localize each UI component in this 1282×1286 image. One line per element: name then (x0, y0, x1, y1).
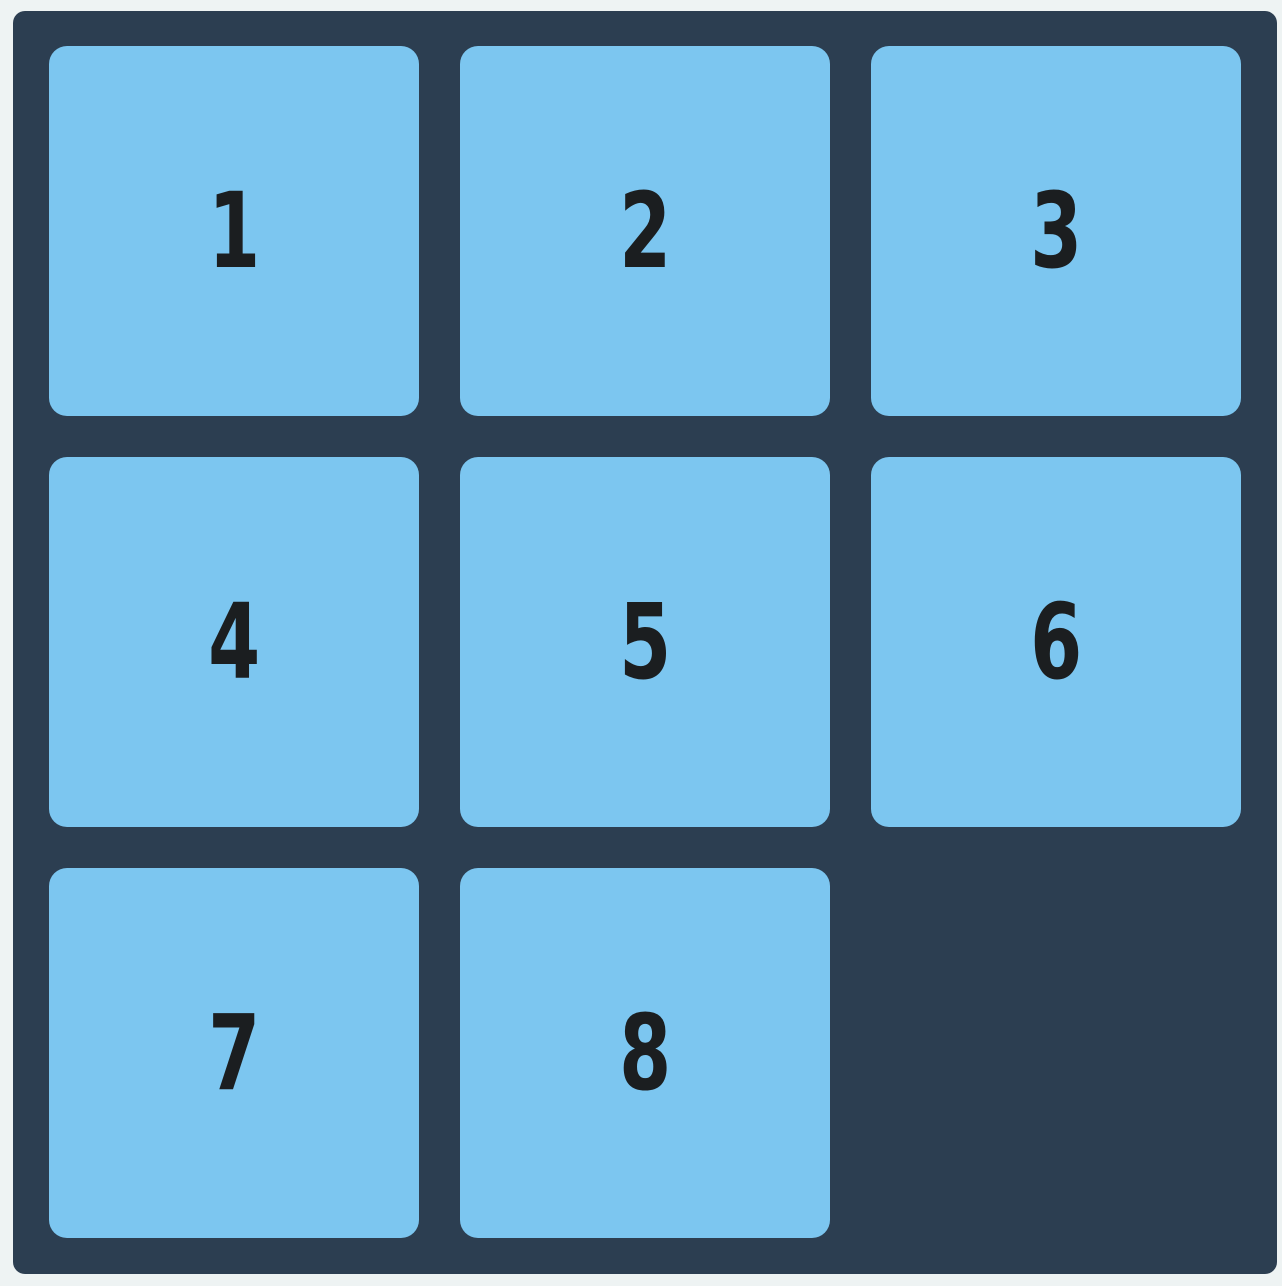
tile-label: 6 (1029, 581, 1083, 703)
tile-label: 4 (207, 581, 261, 703)
tile-5[interactable]: 5 (460, 457, 830, 827)
tile-label: 2 (618, 170, 672, 292)
tile-7[interactable]: 7 (49, 868, 419, 1238)
tile-1[interactable]: 1 (49, 46, 419, 416)
puzzle-board: 1 2 3 4 5 6 7 8 (13, 11, 1277, 1274)
tile-label: 3 (1029, 170, 1083, 292)
empty-slot (871, 868, 1241, 1238)
tile-2[interactable]: 2 (460, 46, 830, 416)
tile-8[interactable]: 8 (460, 868, 830, 1238)
tile-4[interactable]: 4 (49, 457, 419, 827)
tile-label: 8 (618, 992, 672, 1114)
tile-label: 7 (207, 992, 261, 1114)
tile-3[interactable]: 3 (871, 46, 1241, 416)
tile-label: 5 (618, 581, 672, 703)
tile-label: 1 (207, 170, 261, 292)
tile-6[interactable]: 6 (871, 457, 1241, 827)
